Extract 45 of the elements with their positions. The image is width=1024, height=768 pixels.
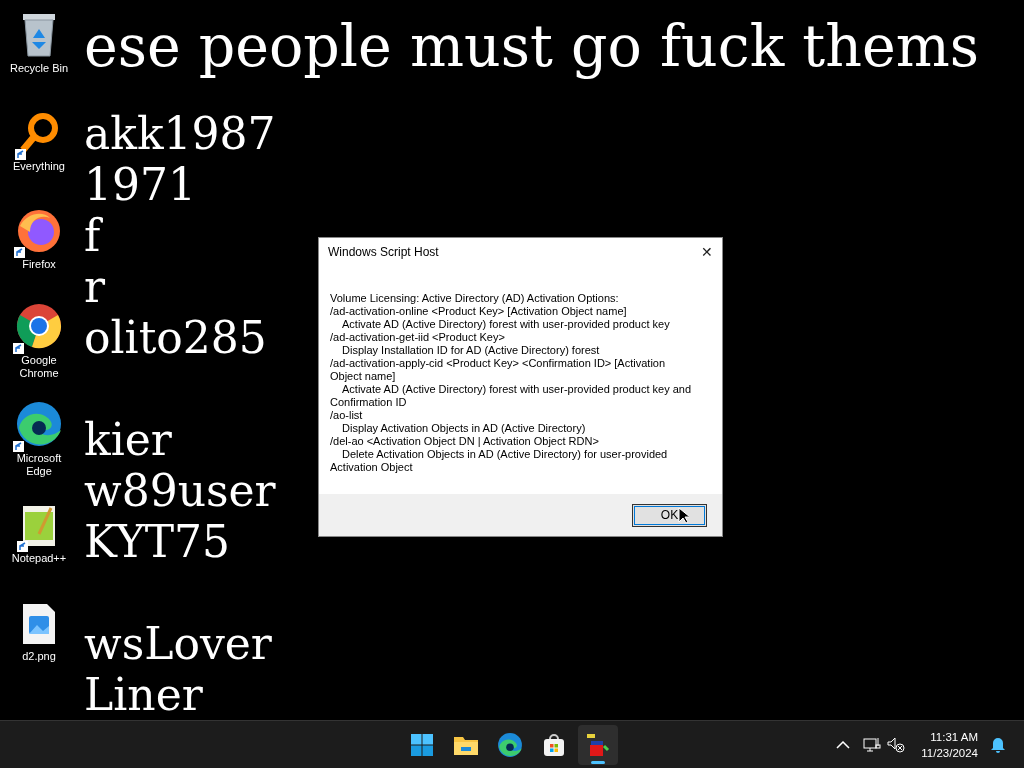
cursor-icon [678,507,689,524]
script-host-icon [585,732,611,758]
dialog-title: Windows Script Host [328,244,439,261]
taskbar-app-button[interactable] [578,725,618,765]
wallpaper-text: 1971 [84,159,196,210]
image-file-icon [21,602,57,646]
firefox-icon [16,208,62,254]
message-line: Delete Activation Objects in AD (Active Directory) for user-provided Activation Object [330,448,669,474]
clock-time[interactable]: 11:31 AM [930,728,978,745]
wallpaper-text: f [84,210,101,261]
message-line: /del-ao <Activation Object DN | Activation Object RDN> [330,435,600,448]
message-line: /ad-activation-online <Product Key> [Activation Object name] [330,305,628,318]
wallpaper-text: kier [84,414,172,465]
desktop-icon-label[interactable]: Google Chrome [3,354,75,380]
desktop-icon-label[interactable]: Recycle Bin [3,62,75,75]
ok-button[interactable]: OK [632,503,707,527]
desktop-icon-label[interactable]: Firefox [3,258,75,271]
chrome-icon [15,302,63,350]
start-icon [410,733,434,757]
edge-icon [497,732,523,758]
message-line: /ad-activation-get-iid <Product Key> [330,331,506,344]
message-line: /ao-list [330,409,364,422]
message-line: Activate AD (Active Directory) forest with user-provided product key and Confirmation ID [330,383,692,409]
wallpaper-text: Liner [84,669,203,720]
wallpaper-text: olito285 [84,312,267,363]
wallpaper-text: w89user [84,465,276,516]
message-line: /ad-activation-apply-cid <Product Key> <Confirmation ID> [Activation Object name] [330,357,667,383]
close-button[interactable]: ✕ [692,238,722,266]
desktop-icon-label[interactable]: Notepad++ [3,552,75,565]
desktop-icon-label[interactable]: Everything [3,160,75,173]
desktop-icon-label[interactable]: Microsoft Edge [3,452,75,478]
wallpaper-text: KYT75 [84,516,231,567]
message-line: Activate AD (Active Directory) forest with user-provided product key [341,318,671,331]
folder-icon [453,734,479,756]
clock-date[interactable]: 11/23/2024 [921,744,978,761]
wallpaper-text: r [84,261,106,312]
wallpaper-text: ese people must go fuck thems [84,13,979,79]
message-line: Display Installation ID for AD (Active Directory) forest [341,344,601,357]
message-line: Display Activation Objects in AD (Active Directory) [341,422,587,435]
desktop-icon-label[interactable]: d2.png [3,650,75,663]
store-bag-icon [542,733,566,757]
wallpaper-text: akk1987 [84,108,276,159]
message-line: Volume Licensing: Active Directory (AD) Activation Options: [330,292,620,305]
wallpaper-text: wsLover [84,618,272,669]
edge-icon [15,400,63,448]
